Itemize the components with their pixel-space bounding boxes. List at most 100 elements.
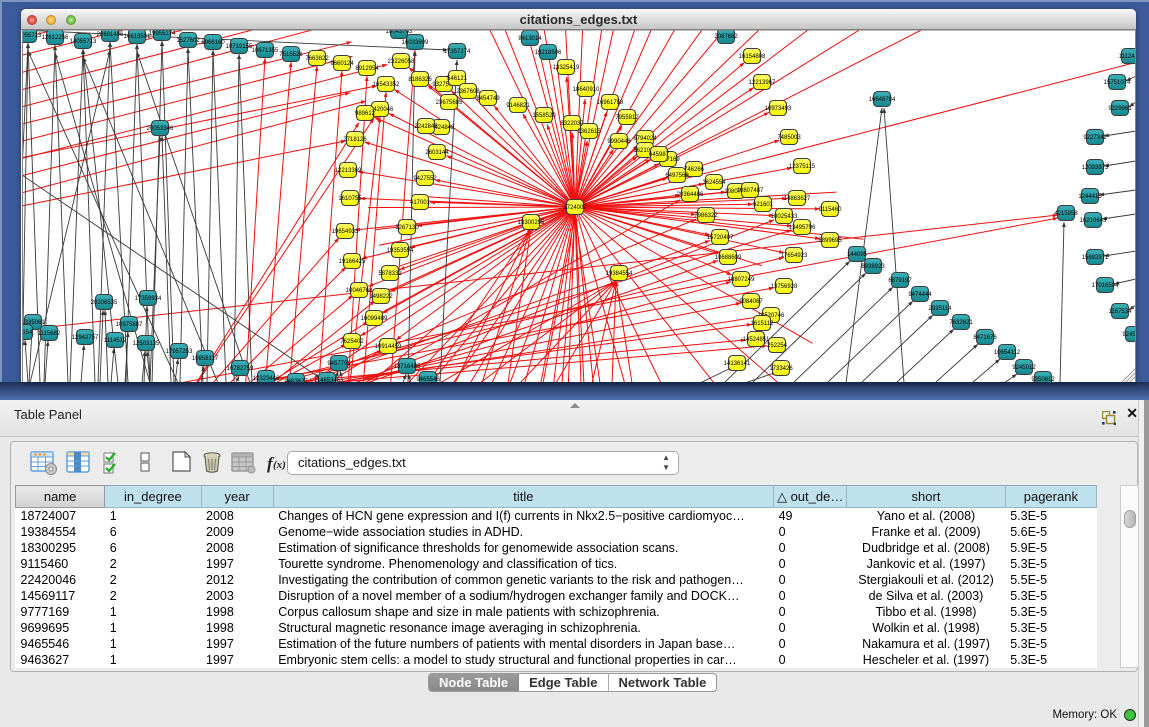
svg-text:19166425: 19166425: [339, 259, 366, 265]
svg-text:19353594: 19353594: [387, 248, 414, 254]
svg-text:10807487: 10807487: [737, 188, 764, 194]
svg-text:13325419: 13325419: [553, 65, 580, 71]
svg-text:10973493: 10973493: [765, 106, 792, 112]
svg-text:12942757: 12942757: [72, 335, 99, 341]
svg-text:9245012: 9245012: [1012, 365, 1036, 371]
svg-text:1362615: 1362615: [577, 129, 601, 135]
svg-text:6497568: 6497568: [665, 173, 689, 179]
svg-text:14136141: 14136141: [724, 361, 751, 367]
svg-text:6966160: 6966160: [201, 40, 225, 46]
svg-text:8186326: 8186326: [408, 77, 432, 83]
svg-text:9457791: 9457791: [327, 361, 351, 367]
svg-text:13495796: 13495796: [789, 225, 816, 231]
svg-text:19955274: 19955274: [149, 31, 176, 37]
svg-text:621601: 621601: [753, 202, 774, 208]
svg-text:7485003: 7485003: [777, 135, 801, 141]
svg-text:5878332: 5878332: [378, 271, 402, 277]
svg-text:23226058: 23226058: [388, 59, 415, 65]
svg-text:18807249: 18807249: [728, 277, 755, 283]
svg-text:546121: 546121: [447, 76, 468, 82]
svg-text:18640910: 18640910: [573, 87, 600, 93]
svg-text:1527602: 1527602: [176, 38, 200, 44]
svg-text:16033809: 16033809: [402, 40, 429, 46]
svg-text:2935114: 2935114: [929, 306, 953, 312]
svg-text:14524851: 14524851: [743, 337, 770, 343]
svg-text:9660124: 9660124: [330, 61, 354, 67]
svg-text:9227342: 9227342: [1083, 135, 1107, 141]
svg-text:15751074: 15751074: [1104, 80, 1131, 86]
svg-text:10654112: 10654112: [994, 350, 1021, 356]
svg-text:9465546: 9465546: [416, 377, 440, 382]
svg-text:14055713: 14055713: [22, 33, 42, 39]
svg-text:17654923: 17654923: [781, 253, 808, 259]
svg-text:7986322: 7986322: [694, 213, 718, 219]
svg-text:15720407: 15720407: [707, 235, 734, 241]
svg-text:23675685: 23675685: [436, 100, 463, 106]
svg-text:16648784: 16648784: [869, 97, 896, 103]
svg-text:19218506: 19218506: [535, 50, 562, 56]
svg-text:20206535: 20206535: [91, 300, 118, 306]
svg-text:17957253: 17957253: [166, 349, 193, 355]
svg-text:10975887: 10975887: [116, 322, 143, 328]
svg-text:12093873: 12093873: [1082, 165, 1109, 171]
svg-text:7955812: 7955812: [615, 115, 639, 121]
svg-text:2603144: 2603144: [425, 150, 449, 156]
svg-text:4215958: 4215958: [1054, 211, 1078, 217]
svg-text:9350812: 9350812: [1031, 377, 1055, 382]
svg-text:13716485: 13716485: [394, 364, 421, 370]
svg-text:1115682: 1115682: [38, 331, 61, 337]
svg-text:9146821: 9146821: [506, 103, 530, 109]
svg-text:16099489: 16099489: [361, 316, 388, 322]
svg-text:8413014: 8413014: [518, 36, 542, 42]
svg-text:9990448: 9990448: [607, 139, 631, 145]
svg-text:2242848: 2242848: [414, 124, 438, 130]
svg-text:1615112: 1615112: [751, 321, 775, 327]
svg-text:645987: 645987: [649, 152, 670, 158]
svg-text:1498222: 1498222: [369, 294, 393, 300]
svg-text:1244415: 1244415: [1078, 194, 1102, 200]
svg-text:10025433: 10025433: [771, 214, 798, 220]
svg-text:16154808: 16154808: [739, 54, 766, 60]
svg-text:6879197: 6879197: [888, 278, 912, 284]
svg-text:14055713: 14055713: [70, 39, 97, 45]
svg-text:1724007: 1724007: [563, 205, 587, 211]
svg-text:9463627: 9463627: [284, 379, 308, 382]
svg-text:7625402: 7625402: [340, 339, 364, 345]
svg-text:10671355: 10671355: [252, 48, 279, 54]
svg-text:17016504: 17016504: [1092, 283, 1119, 289]
svg-text:2367608: 2367608: [456, 89, 480, 95]
svg-text:1733426: 1733426: [769, 366, 793, 372]
svg-text:7663822: 7663822: [305, 56, 329, 62]
svg-text:1610755: 1610755: [338, 196, 362, 202]
svg-text:14863627: 14863627: [784, 196, 811, 202]
svg-text:2087682: 2087682: [714, 34, 738, 40]
svg-text:15692971: 15692971: [1082, 255, 1109, 261]
svg-text:16619501: 16619501: [124, 34, 151, 40]
svg-text:10914459: 10914459: [375, 344, 402, 350]
svg-text:989612: 989612: [355, 111, 376, 117]
svg-text:16543352: 16543352: [373, 82, 400, 88]
svg-text:6794024: 6794024: [633, 136, 657, 142]
svg-text:20691406: 20691406: [97, 32, 124, 38]
svg-text:9245093: 9245093: [1122, 332, 1136, 338]
svg-text:1167534: 1167534: [1109, 309, 1133, 315]
svg-text:9474444: 9474444: [908, 292, 932, 298]
svg-text:12375115: 12375115: [789, 164, 816, 170]
svg-text:39154: 39154: [22, 330, 33, 336]
svg-text:2718126: 2718126: [343, 137, 367, 143]
svg-text:10719155: 10719155: [226, 44, 253, 50]
svg-text:8938923: 8938923: [861, 264, 885, 270]
svg-text:3624554: 3624554: [702, 180, 726, 186]
svg-text:9427552: 9427552: [413, 176, 437, 182]
svg-text:20364486: 20364486: [677, 192, 704, 198]
svg-text:9084067: 9084067: [739, 299, 763, 305]
svg-text:(x): (x): [273, 459, 286, 471]
svg-text:11465346: 11465346: [314, 378, 341, 382]
svg-text:1114519: 1114519: [104, 338, 127, 344]
svg-text:7515526: 7515526: [279, 52, 303, 58]
svg-text:16782759: 16782759: [227, 366, 254, 372]
svg-text:19384554: 19384554: [606, 271, 633, 277]
svg-text:12503135: 12503135: [133, 341, 160, 347]
svg-text:8912954: 8912954: [355, 66, 379, 72]
svg-text:417001: 417001: [410, 200, 431, 206]
